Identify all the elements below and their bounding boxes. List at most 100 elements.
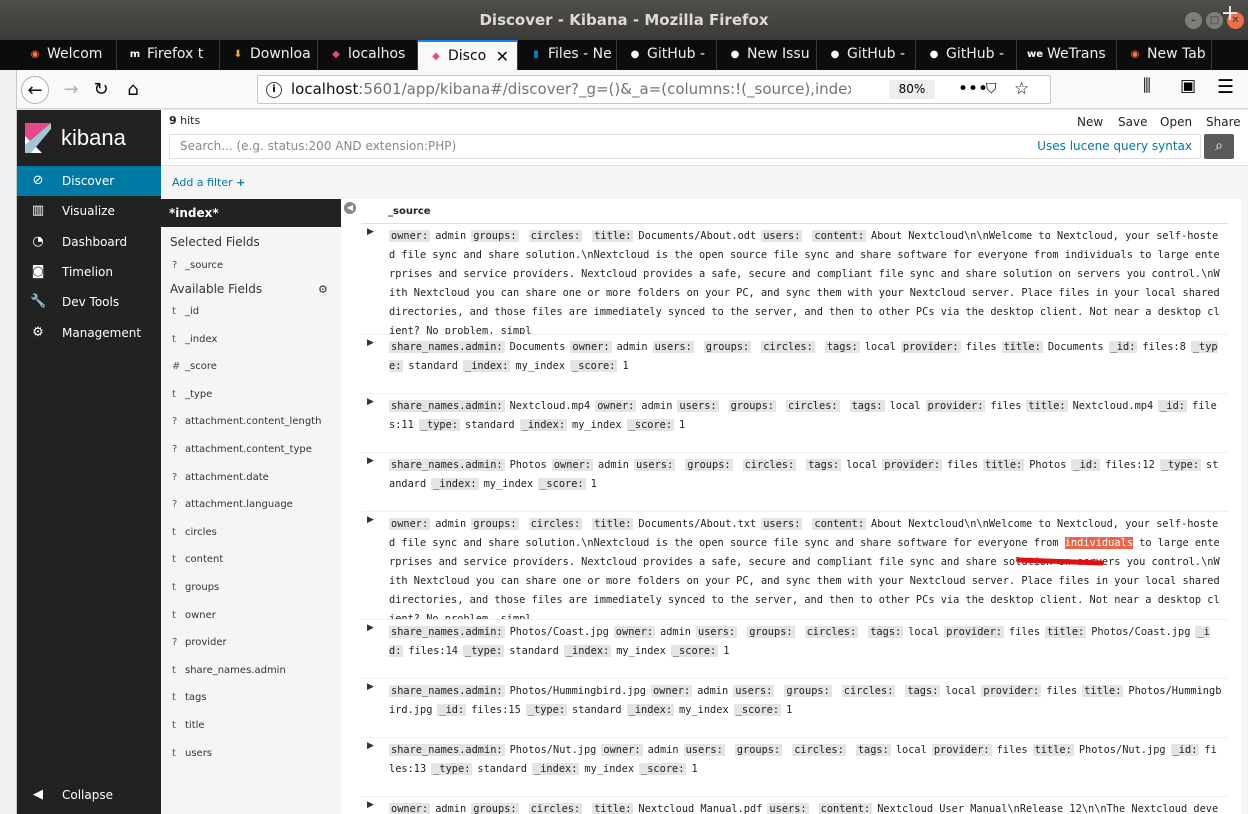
field-item[interactable]: t _id: [161, 301, 341, 323]
browser-tab[interactable]: we WeTrans: [1017, 40, 1117, 70]
search-highlight: individuals: [1064, 537, 1133, 549]
zoom-level-button[interactable]: 80%: [889, 80, 935, 99]
kibana-logo[interactable]: kibana: [17, 110, 161, 166]
expand-row-icon[interactable]: ▶: [367, 682, 374, 692]
nav-item-management[interactable]: ⚙ Management: [17, 318, 161, 348]
browser-tab[interactable]: ◆ Disco ✕: [418, 40, 518, 70]
search-button[interactable]: ⌕: [1204, 134, 1234, 159]
nav-item-dashboard[interactable]: ◔ Dashboard: [17, 227, 161, 257]
nav-item-discover[interactable]: ⊘ Discover: [17, 166, 161, 196]
browser-tab[interactable]: ● GitHub -: [916, 40, 1017, 70]
expand-row-icon[interactable]: ▶: [367, 227, 374, 237]
share-button[interactable]: Share: [1206, 115, 1241, 129]
browser-tab[interactable]: ⬇ Downloa: [220, 40, 318, 70]
collapse-sidebar-button[interactable]: ◀ Collapse: [17, 780, 161, 810]
sidebar-toggle-icon[interactable]: ▣: [1180, 76, 1196, 96]
expand-row-icon[interactable]: ▶: [367, 800, 374, 810]
expand-row-icon[interactable]: ▶: [367, 338, 374, 348]
field-key: share_names.admin:: [389, 400, 505, 412]
field-item[interactable]: t users: [161, 743, 341, 765]
url-text[interactable]: localhost:5601/app/kibana#/discover?_g=(…: [291, 76, 851, 103]
close-tab-icon[interactable]: ✕: [496, 43, 509, 70]
field-item[interactable]: t _index: [161, 329, 341, 351]
field-item[interactable]: # _score: [161, 356, 341, 378]
field-value: Photos: [1029, 459, 1067, 471]
nav-item-timelion[interactable]: ◙ Timelion: [17, 257, 161, 287]
field-key: owner:: [389, 803, 431, 814]
url-bar[interactable]: i localhost:5601/app/kibana#/discover?_g…: [257, 75, 1051, 104]
field-item[interactable]: ? attachment.content_length: [161, 411, 341, 433]
field-item[interactable]: t share_names.admin: [161, 660, 341, 682]
site-info-icon[interactable]: i: [266, 82, 282, 98]
field-name: owner: [185, 609, 216, 621]
field-item[interactable]: ? attachment.date: [161, 467, 341, 489]
field-item[interactable]: t _type: [161, 384, 341, 406]
field-item[interactable]: t groups: [161, 577, 341, 599]
field-item[interactable]: t content: [161, 549, 341, 571]
field-value: Documents/About.odt: [638, 230, 757, 242]
field-settings-gear-icon[interactable]: ⚙: [318, 283, 328, 296]
lucene-syntax-link[interactable]: Uses lucene query syntax: [1037, 135, 1192, 158]
forward-button[interactable]: →: [57, 76, 85, 104]
field-item[interactable]: ? attachment.content_type: [161, 439, 341, 461]
open-button[interactable]: Open: [1160, 115, 1192, 129]
firefox-icon: ◉: [1130, 49, 1140, 60]
new-button[interactable]: New: [1077, 115, 1103, 129]
field-item[interactable]: t circles: [161, 522, 341, 544]
field-item[interactable]: ? attachment.language: [161, 494, 341, 516]
reload-button[interactable]: ↻: [87, 76, 115, 104]
row-divider: [361, 511, 1228, 512]
page-actions-icon[interactable]: •••: [958, 76, 988, 103]
field-key: tags:: [868, 626, 904, 638]
field-key: title:: [1045, 626, 1087, 638]
nav-item-dev-tools[interactable]: 🔧 Dev Tools: [17, 287, 161, 317]
field-item[interactable]: ? provider: [161, 632, 341, 654]
field-type-icon: t: [172, 526, 176, 538]
field-key: _score:: [733, 704, 782, 716]
browser-tab[interactable]: ● GitHub -: [617, 40, 717, 70]
field-item[interactable]: t owner: [161, 605, 341, 627]
expand-row-icon[interactable]: ▶: [367, 397, 374, 407]
pocket-icon[interactable]: ⛉: [986, 76, 997, 103]
bookmark-star-icon[interactable]: ☆: [1014, 76, 1029, 103]
field-value: Documents: [509, 341, 566, 353]
save-button[interactable]: Save: [1118, 115, 1147, 129]
field-key: _id:: [437, 704, 467, 716]
field-item[interactable]: ? _source: [161, 255, 341, 277]
new-tab-button[interactable]: +: [1212, 0, 1248, 30]
minimize-window-button[interactable]: –: [1185, 12, 1202, 29]
library-icon[interactable]: ⫼: [1143, 76, 1151, 96]
vertical-scrollbar[interactable]: [1241, 199, 1248, 814]
field-value: my_index: [483, 478, 534, 490]
browser-tab[interactable]: ▮ Files - Ne: [518, 40, 617, 70]
field-key: _index:: [463, 360, 511, 372]
expand-row-icon[interactable]: ▶: [367, 456, 374, 466]
field-key: users:: [733, 685, 775, 697]
expand-row-icon[interactable]: ▶: [367, 741, 374, 751]
field-type-icon: t: [172, 306, 176, 317]
query-search-input[interactable]: Search... (e.g. status:200 AND extension…: [169, 134, 1201, 159]
back-button[interactable]: ←: [21, 76, 49, 104]
browser-tab[interactable]: ● GitHub -: [817, 40, 916, 70]
collapse-fields-arrow-icon[interactable]: ◀: [344, 202, 356, 214]
field-item[interactable]: t tags: [161, 687, 341, 709]
field-key: _score:: [639, 763, 687, 775]
browser-tab[interactable]: ● New Issu: [717, 40, 817, 70]
expand-row-icon[interactable]: ▶: [367, 623, 374, 633]
field-key: circles:: [804, 626, 859, 638]
browser-tab[interactable]: ◉ New Tab: [1117, 40, 1212, 70]
nav-item-visualize[interactable]: ▥ Visualize: [17, 196, 161, 226]
tab-label: localhos: [348, 46, 406, 62]
index-pattern-selector[interactable]: *index*: [161, 199, 341, 227]
browser-tab[interactable]: ◆ localhos: [318, 40, 418, 70]
browser-tab[interactable]: m Firefox t: [117, 40, 220, 70]
browser-tab[interactable]: ◉ Welcom: [17, 40, 117, 70]
row-divider: [361, 796, 1228, 797]
home-button[interactable]: ⌂: [119, 76, 147, 104]
field-key: title:: [1001, 341, 1043, 353]
field-item[interactable]: t title: [161, 715, 341, 737]
field-value: files: [1009, 626, 1041, 638]
add-filter-button[interactable]: Add a filter +: [172, 176, 245, 189]
expand-row-icon[interactable]: ▶: [367, 515, 374, 525]
hamburger-menu-icon[interactable]: ☰: [1217, 76, 1234, 98]
